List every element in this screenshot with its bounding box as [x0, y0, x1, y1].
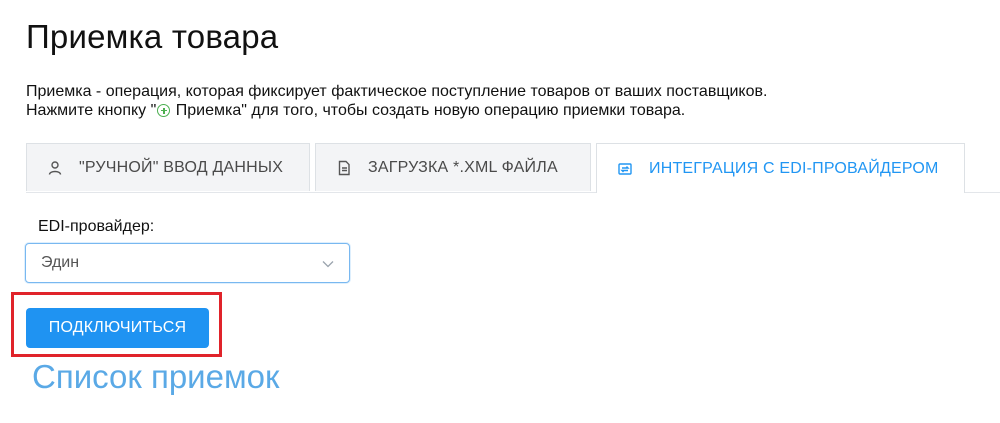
user-icon: [47, 160, 63, 176]
receipts-list-link[interactable]: Список приемок: [32, 358, 279, 396]
intro-line-1: Приемка - операция, которая фиксирует фа…: [26, 83, 768, 100]
tab-xml-upload[interactable]: ЗАГРУЗКА *.XML ФАЙЛА: [315, 143, 591, 191]
edi-provider-value: Эдин: [41, 254, 80, 271]
intro-text: Приемка - операция, которая фиксирует фа…: [26, 82, 767, 120]
connect-button[interactable]: ПОДКЛЮЧИТЬСЯ: [26, 308, 209, 348]
tab-edi-integration-label: ИНТЕГРАЦИЯ С EDI-ПРОВАЙДЕРОМ: [649, 159, 939, 177]
plus-circle-icon: [157, 104, 171, 117]
tab-manual-entry-label: "РУЧНОЙ" ВВОД ДАННЫХ: [79, 158, 284, 176]
intro-line-2-end: " для того, чтобы создать новую операцию…: [241, 102, 686, 119]
page: Приемка товара Приемка - операция, котор…: [0, 0, 1000, 423]
page-title: Приемка товара: [26, 18, 279, 55]
edi-provider-label: EDI-провайдер:: [38, 218, 155, 235]
intro-line-2-start: Нажмите кнопку ": [26, 102, 157, 119]
sync-icon: [617, 161, 633, 177]
chevron-down-icon: [321, 257, 335, 271]
edi-provider-select[interactable]: Эдин: [25, 243, 350, 283]
tab-xml-upload-label: ЗАГРУЗКА *.XML ФАЙЛА: [368, 158, 558, 176]
intro-line-2: Нажмите кнопку " Приемка" для того, чтоб…: [26, 101, 767, 120]
tab-edi-integration[interactable]: ИНТЕГРАЦИЯ С EDI-ПРОВАЙДЕРОМ: [596, 143, 965, 193]
tab-manual-entry[interactable]: "РУЧНОЙ" ВВОД ДАННЫХ: [26, 143, 310, 191]
intro-button-name: Приемка: [171, 102, 242, 119]
tab-bar: "РУЧНОЙ" ВВОД ДАННЫХ ЗАГРУЗКА *.XML ФАЙЛ…: [26, 143, 1000, 193]
document-icon: [336, 160, 352, 176]
